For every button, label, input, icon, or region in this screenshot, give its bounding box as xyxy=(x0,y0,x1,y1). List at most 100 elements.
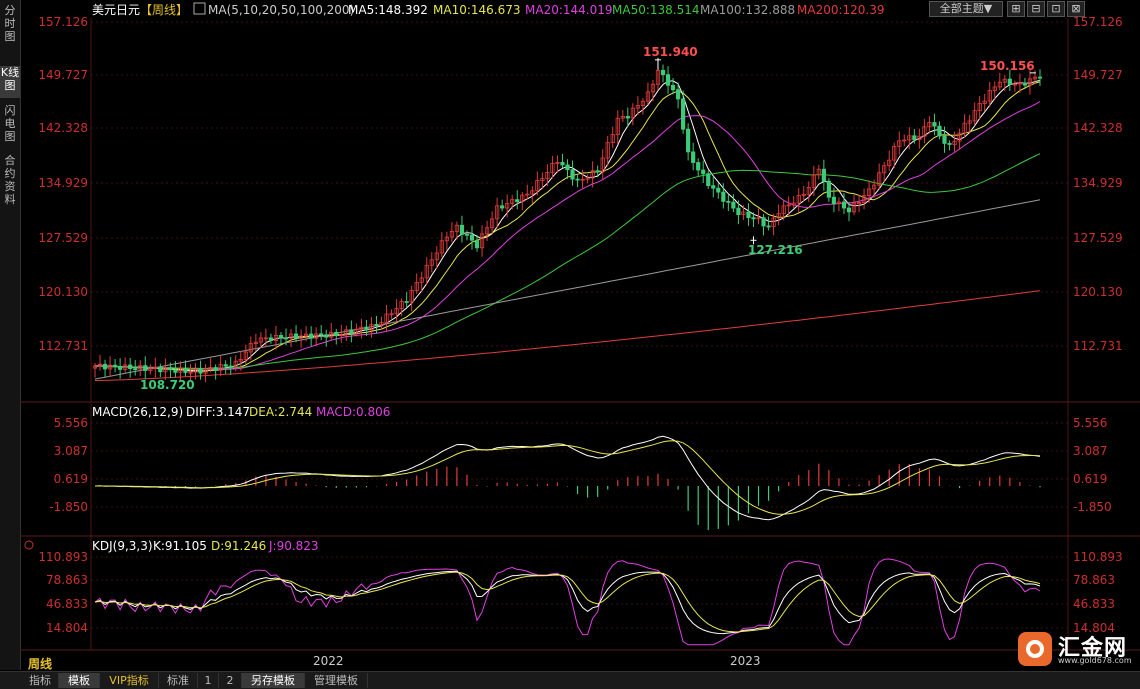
candle xyxy=(484,220,490,242)
price-tick-label: 149.727 xyxy=(38,68,88,82)
macd-tick-label: 5.556 xyxy=(1073,416,1107,430)
candle xyxy=(585,174,590,184)
candle xyxy=(138,360,143,377)
tab-standard[interactable]: 标准 xyxy=(159,673,198,688)
chart-area[interactable]: 美元日元 【周线】 MA(5,10,20,50,100,200) MA5:148… xyxy=(0,0,1140,670)
time-axis-label-2022: 2022 xyxy=(313,654,344,668)
candle xyxy=(801,186,806,202)
candle xyxy=(349,320,354,343)
candle xyxy=(922,118,927,144)
ma100-value: MA100:132.888 xyxy=(700,3,795,17)
candle xyxy=(806,181,811,202)
macd-tick-label: 3.087 xyxy=(1073,444,1107,458)
price-tick-label: 157.126 xyxy=(38,15,88,29)
candle xyxy=(113,359,118,373)
kdj-j-line xyxy=(94,558,1041,646)
price-tick-label: 134.929 xyxy=(38,176,88,190)
candle xyxy=(334,328,339,345)
candle xyxy=(364,320,369,336)
candle xyxy=(701,160,706,184)
candle xyxy=(389,309,394,319)
candle xyxy=(796,188,801,213)
candle xyxy=(947,140,952,151)
save-template-button[interactable]: 另存模板 xyxy=(242,673,305,688)
ma-line-200 xyxy=(95,290,1041,381)
ma-line-5 xyxy=(94,79,1041,372)
candle xyxy=(293,325,299,343)
candle xyxy=(575,175,580,188)
candle xyxy=(479,225,485,257)
candle xyxy=(92,363,98,378)
zoom-out-icon[interactable]: ⊟ xyxy=(1027,1,1045,17)
time-axis-label-2023: 2023 xyxy=(730,654,761,668)
kdj-axis: 110.893 78.863 46.833 14.804 110.893 78.… xyxy=(38,550,1122,635)
candle xyxy=(997,73,1002,91)
tab-template-2[interactable]: 2 xyxy=(219,673,242,688)
candle xyxy=(766,216,771,231)
price-tick-label: 120.130 xyxy=(38,285,88,299)
candle xyxy=(565,159,570,179)
chart-settings-icon[interactable] xyxy=(193,2,206,15)
candle xyxy=(615,110,620,144)
candle xyxy=(203,364,208,383)
tab-template-1[interactable]: 1 xyxy=(198,673,219,688)
price-axis: 157.126 149.727 142.328 134.929 127.529 … xyxy=(38,15,1122,353)
candle xyxy=(736,200,741,225)
moving-average-lines xyxy=(94,79,1041,381)
candle xyxy=(228,356,233,375)
candle xyxy=(148,364,153,375)
candle xyxy=(630,103,635,126)
candle xyxy=(932,113,937,136)
gold678-logo-icon xyxy=(1018,632,1052,666)
candle xyxy=(429,252,434,273)
price-tick-label: 149.727 xyxy=(1073,68,1123,82)
high-annotation: 151.940 xyxy=(643,45,698,59)
kdj-lines xyxy=(94,558,1041,646)
candlestick-series xyxy=(92,57,1043,383)
low-2021-annotation: 108.720 xyxy=(140,378,195,392)
tab-vip-indicators[interactable]: VIP指标 xyxy=(100,673,159,688)
candle xyxy=(1037,69,1043,86)
candle xyxy=(143,356,148,380)
candle xyxy=(645,82,651,105)
zoom-in-icon[interactable]: ⊞ xyxy=(1007,1,1025,17)
candle xyxy=(515,190,520,210)
candle xyxy=(856,195,862,213)
candle xyxy=(967,114,972,133)
candle xyxy=(600,149,605,181)
ma10-value: MA10:146.673 xyxy=(433,3,521,17)
candle xyxy=(324,329,329,347)
kdj-settings-icon[interactable] xyxy=(24,540,34,550)
tab-templates[interactable]: 模板 xyxy=(59,673,100,688)
candle xyxy=(716,183,721,199)
period-label[interactable]: 周线 xyxy=(28,655,52,672)
tab-indicators[interactable]: 指标 xyxy=(22,673,59,688)
candle xyxy=(213,364,218,380)
candle xyxy=(711,176,716,198)
candle xyxy=(650,80,656,102)
candle xyxy=(761,214,766,236)
ma-settings: MA(5,10,20,50,100,200) xyxy=(208,3,354,17)
layout-icon[interactable]: ⊡ xyxy=(1047,1,1065,17)
candle xyxy=(741,205,746,221)
kdj-tick-label: 78.863 xyxy=(1073,573,1115,587)
kdj-j-value: J:90.823 xyxy=(268,539,319,553)
candle xyxy=(510,194,515,210)
candle xyxy=(469,225,475,250)
candle xyxy=(826,178,831,202)
candle xyxy=(198,360,203,380)
theme-select[interactable]: 全部主题▼ xyxy=(929,1,1003,17)
candle xyxy=(123,357,128,373)
candle xyxy=(706,170,711,189)
manage-templates-button[interactable]: 管理模板 xyxy=(305,673,368,688)
candle xyxy=(319,325,324,341)
fullscreen-icon[interactable]: ⊠ xyxy=(1067,1,1085,17)
candle xyxy=(409,285,414,312)
candle xyxy=(218,355,223,377)
candle xyxy=(665,66,671,94)
candle xyxy=(927,116,932,134)
symbol-title: 美元日元 xyxy=(92,3,140,17)
candle xyxy=(681,90,686,134)
kdj-tick-label: 78.863 xyxy=(46,573,88,587)
candle xyxy=(268,333,274,344)
